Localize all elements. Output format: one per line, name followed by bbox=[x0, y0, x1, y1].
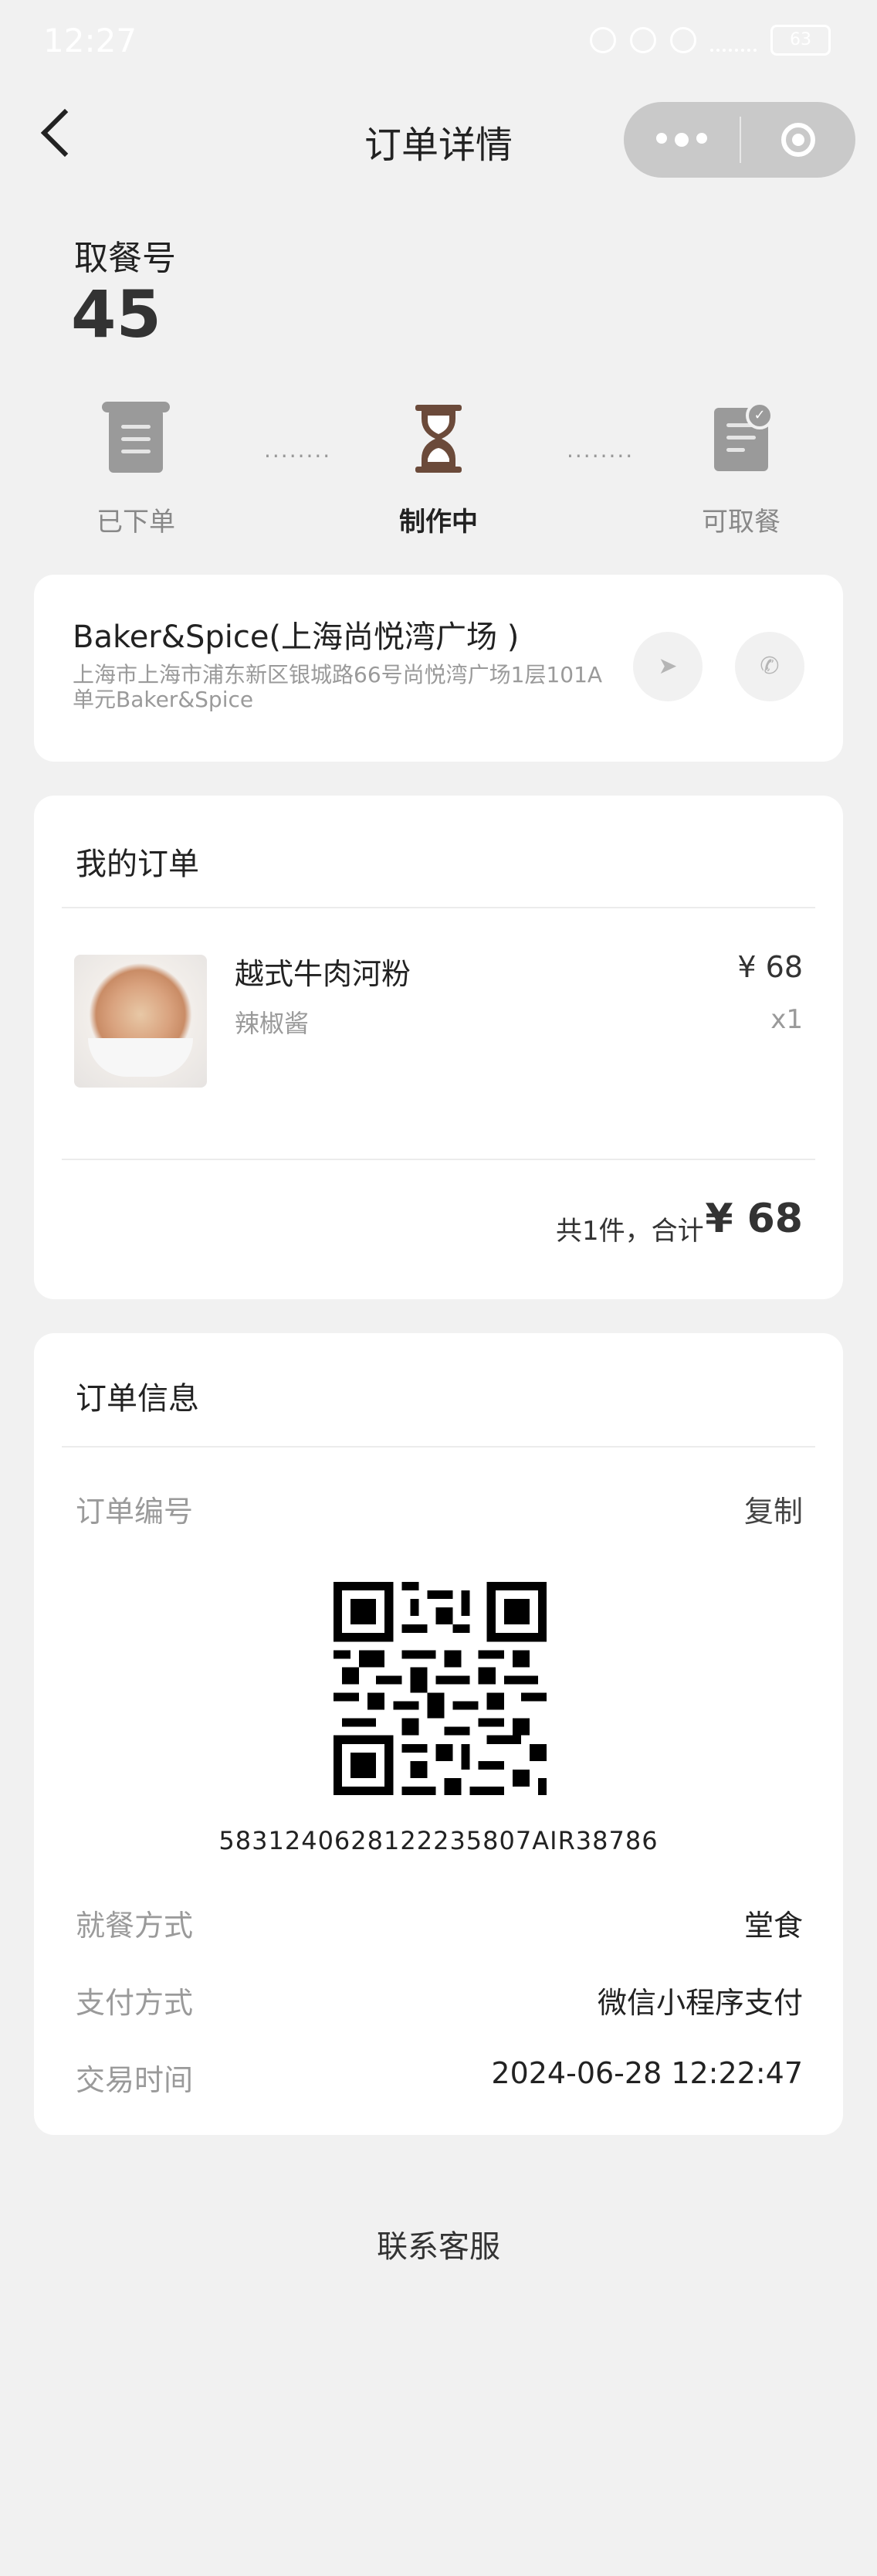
step-making: 制作中 bbox=[361, 402, 516, 538]
divider bbox=[62, 907, 815, 908]
status-icons: 63 bbox=[590, 25, 831, 56]
transaction-time-label: 交易时间 bbox=[76, 2063, 194, 2097]
ready-document-icon: ✓ bbox=[707, 402, 775, 476]
phone-icon: ✆ bbox=[760, 653, 780, 680]
step-label: 可取餐 bbox=[702, 507, 780, 538]
battery-icon: 63 bbox=[770, 25, 831, 56]
food-option: 辣椒酱 bbox=[235, 1009, 310, 1038]
store-name: Baker&Spice(上海尚悦湾广场 ) bbox=[73, 619, 520, 655]
close-button[interactable] bbox=[741, 123, 855, 157]
vibrate-icon bbox=[670, 27, 696, 53]
receipt-icon bbox=[102, 402, 170, 476]
call-button[interactable]: ✆ bbox=[735, 632, 804, 701]
payment-method-value: 微信小程序支付 bbox=[597, 1986, 803, 2020]
food-name: 越式牛肉河粉 bbox=[235, 957, 411, 991]
contact-service-link[interactable]: 联系客服 bbox=[0, 2221, 877, 2266]
food-quantity: x1 bbox=[770, 1004, 803, 1035]
step-label: 已下单 bbox=[97, 507, 175, 538]
target-icon bbox=[781, 123, 815, 157]
step-ready: ✓ 可取餐 bbox=[664, 402, 818, 538]
pickup-number: 45 bbox=[71, 277, 161, 352]
food-image bbox=[74, 955, 207, 1088]
signal-icon bbox=[710, 29, 757, 52]
more-dot-icon bbox=[656, 133, 667, 144]
qr-code bbox=[334, 1582, 547, 1795]
total-value: ¥ 68 bbox=[705, 1196, 803, 1242]
my-order-title: 我的订单 bbox=[76, 847, 199, 882]
navigate-button[interactable]: ➤ bbox=[633, 632, 703, 701]
mini-program-capsule bbox=[624, 102, 855, 178]
status-time: 12:27 bbox=[43, 22, 137, 59]
payment-method-label: 支付方式 bbox=[76, 1986, 194, 2020]
transaction-time-value: 2024-06-28 12:22:47 bbox=[491, 2056, 803, 2090]
copy-button[interactable]: 复制 bbox=[744, 1488, 803, 1530]
order-info-title: 订单信息 bbox=[76, 1381, 199, 1417]
navigation-arrow-icon: ➤ bbox=[658, 653, 678, 680]
hourglass-icon bbox=[405, 402, 472, 476]
divider bbox=[62, 1446, 815, 1448]
order-no-label: 订单编号 bbox=[76, 1495, 194, 1529]
dining-mode-label: 就餐方式 bbox=[76, 1909, 194, 1943]
divider bbox=[62, 1159, 815, 1160]
more-dot-icon bbox=[675, 133, 689, 147]
step-connector: ········ bbox=[264, 443, 332, 469]
store-address: 上海市上海市浦东新区银城路66号尚悦湾广场1层101A单元Baker&Spice bbox=[73, 662, 603, 712]
food-price: ¥ 68 bbox=[737, 950, 803, 984]
more-dot-icon bbox=[696, 133, 707, 144]
step-ordered: 已下单 bbox=[59, 402, 213, 538]
check-icon: ✓ bbox=[746, 402, 774, 429]
step-connector: ········ bbox=[567, 443, 635, 469]
eye-icon bbox=[590, 27, 616, 53]
alarm-icon bbox=[630, 27, 656, 53]
dining-mode-value: 堂食 bbox=[743, 1909, 803, 1943]
pickup-label: 取餐号 bbox=[74, 239, 176, 278]
step-label: 制作中 bbox=[399, 507, 478, 538]
more-button[interactable] bbox=[624, 133, 740, 147]
total-label: 共1件，合计 bbox=[556, 1216, 704, 1247]
order-number: 5831240628122235807AIR38786 bbox=[218, 1826, 659, 1855]
